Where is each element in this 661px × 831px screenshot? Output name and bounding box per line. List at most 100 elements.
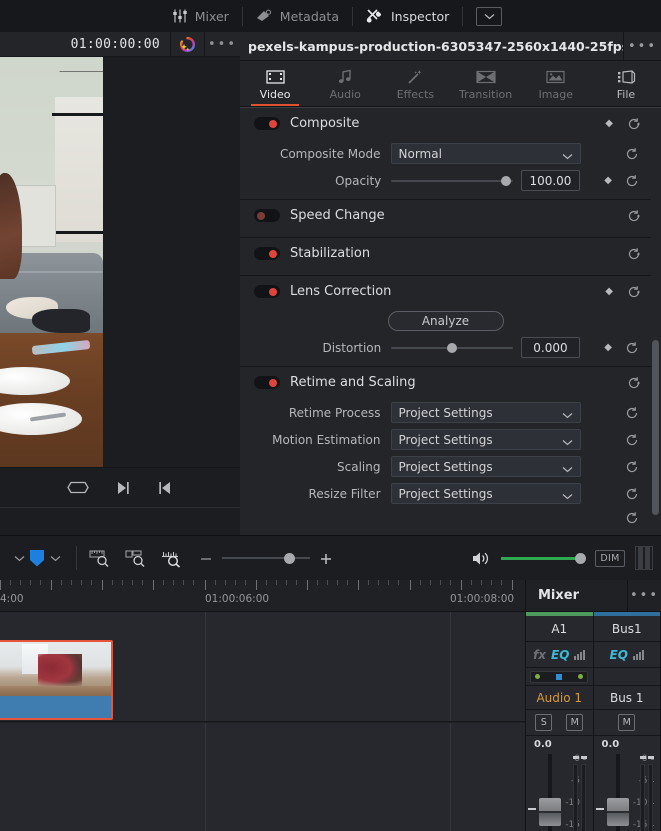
composite-keyframe-icon[interactable]: ◆ — [605, 118, 613, 129]
slider-distortion[interactable] — [391, 337, 513, 358]
flag-dropdown-button[interactable] — [8, 546, 30, 570]
timeline-zoom-slider[interactable] — [222, 552, 310, 564]
composite-reset-all-icon[interactable] — [627, 117, 641, 131]
tab-audio[interactable]: Audio — [310, 61, 380, 106]
dim-button[interactable]: DIM — [595, 549, 625, 567]
composite-mode-reset-icon[interactable] — [625, 147, 639, 161]
mute-button-bus1[interactable]: M — [618, 714, 636, 731]
resize-filter-reset-icon[interactable] — [625, 487, 639, 501]
strip-db-value-bus1[interactable]: 0.0 — [602, 739, 620, 750]
lens-correction-reset-all-icon[interactable] — [627, 285, 641, 299]
strip-input-row-a1[interactable] — [526, 668, 593, 686]
select-motion-estimation[interactable]: Project Settings — [390, 429, 581, 450]
tab-effects[interactable]: Effects — [380, 61, 450, 106]
topbar-item-mixer[interactable]: Mixer — [159, 0, 242, 32]
viewer-color-button[interactable] — [170, 31, 204, 57]
composite-enable-toggle[interactable] — [254, 117, 280, 130]
marker-color-icon[interactable] — [30, 549, 44, 567]
tab-video[interactable]: Video — [240, 61, 310, 106]
tab-file[interactable]: File — [591, 61, 661, 106]
timeline-tracks — [0, 612, 525, 831]
stabilization-enable-toggle[interactable] — [254, 247, 280, 260]
marker-dropdown-button[interactable] — [44, 546, 66, 570]
opacity-reset-icon[interactable] — [625, 174, 639, 188]
solo-button-a1[interactable]: S — [535, 714, 553, 731]
retime-and-scaling-reset-all-icon[interactable] — [627, 376, 641, 390]
slider-opacity[interactable] — [391, 170, 513, 191]
scaling-reset-icon[interactable] — [625, 460, 639, 474]
analyze-button[interactable]: Analyze — [387, 311, 504, 331]
retime-process-reset-icon[interactable] — [625, 406, 639, 420]
timeline-ruler[interactable]: 4:00 01:00:06:00 01:00:08:00 — [0, 580, 525, 612]
dynamics-icon-a1[interactable] — [574, 649, 586, 660]
film-strip-icon — [265, 69, 285, 85]
fader-handle-bus1[interactable] — [606, 798, 629, 826]
dynamics-icon-bus1[interactable] — [632, 649, 644, 660]
lens-correction-enable-toggle[interactable] — [254, 285, 280, 298]
source-viewer: 01:00:00:00 ••• — [0, 31, 240, 535]
strip-channel-bus1[interactable]: Bus1 — [593, 616, 660, 642]
audio-track-1[interactable] — [0, 723, 525, 831]
viewer-scrubber[interactable] — [0, 507, 240, 535]
distortion-reset-icon[interactable] — [625, 341, 639, 355]
eq-button-a1[interactable]: EQ — [551, 648, 569, 662]
strip-db-value-a1[interactable]: 0.0 — [534, 739, 552, 750]
value-opacity[interactable]: 100.00 — [520, 170, 581, 191]
inspector-scrollbar[interactable] — [652, 108, 659, 535]
video-track-1[interactable] — [0, 612, 525, 722]
mixer-options-button[interactable]: ••• — [627, 579, 661, 612]
row-distortion: Distortion 0.000 ◆ — [240, 335, 651, 360]
section-composite-header[interactable]: Composite ◆ — [240, 108, 651, 139]
retime-and-scaling-enable-toggle[interactable] — [254, 376, 280, 389]
strip-channel-a1[interactable]: A1 — [526, 616, 593, 642]
strip-fader-area-a1: 0.0 0 -5 -10 -15 — [526, 736, 593, 831]
step-backward-icon[interactable] — [157, 480, 173, 496]
select-retime-process[interactable]: Project Settings — [390, 402, 581, 423]
strip-input-panel-a1[interactable] — [530, 670, 589, 683]
select-scaling[interactable]: Project Settings — [390, 456, 581, 477]
speed-change-enable-toggle[interactable] — [254, 209, 280, 222]
select-resize-filter[interactable]: Project Settings — [390, 483, 581, 504]
zoom-to-fit-button[interactable] — [87, 546, 113, 570]
zoom-detail-button[interactable] — [123, 546, 149, 570]
fx-button-a1[interactable]: fx — [533, 648, 546, 662]
section-retime-and-scaling-header[interactable]: Retime and Scaling — [240, 367, 651, 398]
timeline-clip[interactable] — [0, 640, 113, 720]
inspector-options-button[interactable]: ••• — [623, 31, 661, 61]
section-speed-change-header[interactable]: Speed Change — [240, 200, 651, 231]
mixer-title: Mixer — [538, 588, 580, 603]
tab-image[interactable]: Image — [521, 61, 591, 106]
zoom-in-button[interactable] — [319, 551, 333, 565]
zoom-full-button[interactable] — [159, 546, 185, 570]
loop-icon[interactable] — [67, 481, 89, 494]
tab-label-file: File — [616, 87, 636, 101]
topbar-item-metadata[interactable]: Metadata — [243, 0, 352, 32]
topbar-item-inspector[interactable]: Inspector — [353, 0, 462, 32]
strip-track-name-bus1[interactable]: Bus 1 — [593, 686, 660, 710]
section-stabilization-header[interactable]: Stabilization — [240, 238, 651, 269]
viewer-options-button[interactable]: ••• — [204, 31, 240, 57]
viewer-timecode-bar: 01:00:00:00 ••• — [0, 31, 240, 57]
mute-button-a1[interactable]: M — [566, 714, 584, 731]
retime-extra-reset-icon[interactable] — [625, 511, 639, 525]
zoom-out-button[interactable] — [199, 551, 213, 565]
inspector-scrollbar-thumb[interactable] — [652, 340, 659, 515]
strip-track-name-a1[interactable]: Audio 1 — [526, 686, 593, 710]
volume-slider[interactable] — [501, 552, 586, 564]
section-lens-correction-header[interactable]: Lens Correction ◆ — [240, 276, 651, 307]
fader-handle-a1[interactable] — [539, 798, 561, 826]
motion-estimation-reset-icon[interactable] — [625, 433, 639, 447]
lens-correction-keyframe-icon[interactable]: ◆ — [605, 286, 613, 297]
eq-button-bus1[interactable]: EQ — [610, 648, 628, 662]
select-composite-mode[interactable]: Normal — [390, 143, 581, 164]
speaker-volume-icon[interactable] — [471, 550, 491, 567]
topbar-panel-dropdown[interactable] — [476, 6, 503, 26]
stabilization-reset-all-icon[interactable] — [627, 247, 641, 261]
step-forward-icon[interactable] — [115, 480, 131, 496]
tab-transition[interactable]: Transition — [451, 61, 521, 106]
value-distortion[interactable]: 0.000 — [520, 337, 581, 358]
speed-change-reset-all-icon[interactable] — [627, 209, 641, 223]
opacity-keyframe-icon[interactable]: ◆ — [604, 175, 612, 186]
distortion-keyframe-icon[interactable]: ◆ — [604, 342, 612, 353]
value-resize-filter: Project Settings — [398, 486, 493, 501]
